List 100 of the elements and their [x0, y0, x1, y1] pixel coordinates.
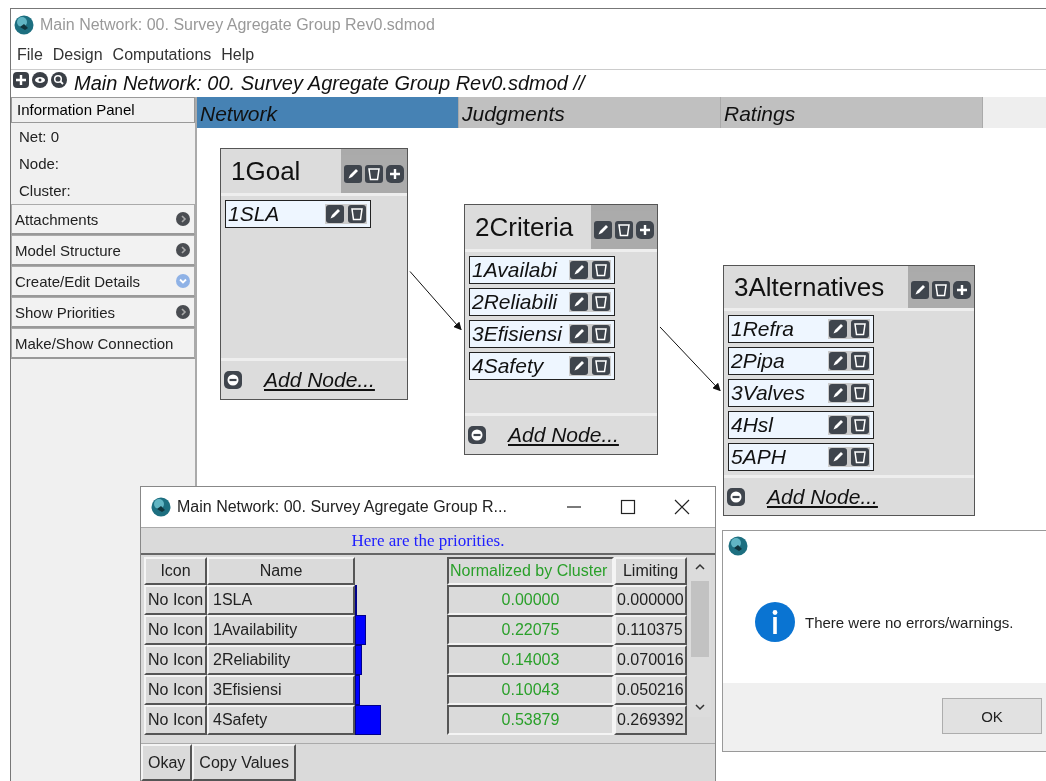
menu-item[interactable]: File	[17, 46, 43, 64]
tab[interactable]: Ratings	[721, 97, 983, 128]
cluster-title: 1Goal	[230, 155, 301, 187]
table-cell: No Icon	[144, 615, 207, 645]
minus-icon[interactable]	[468, 426, 486, 444]
node-item[interactable]: 2Reliabili	[469, 288, 615, 316]
app-logo-icon	[728, 536, 748, 556]
add-node-link[interactable]: Add Node...	[264, 368, 375, 392]
pencil-icon[interactable]	[594, 221, 612, 239]
connection-arrow	[409, 271, 462, 331]
pencil-icon[interactable]	[326, 205, 344, 223]
pencil-icon[interactable]	[829, 352, 847, 371]
menu-item[interactable]: Computations	[112, 46, 212, 64]
cluster-title: 3Alternatives	[733, 271, 885, 303]
pencil-icon[interactable]	[911, 281, 929, 300]
table-cell: 0.269392	[614, 705, 687, 735]
node-item[interactable]: 1Refra	[728, 315, 874, 344]
table-cell: No Icon	[144, 675, 207, 705]
accordion-section[interactable]: Show Priorities	[11, 297, 195, 328]
eye-icon[interactable]	[32, 72, 48, 88]
column-header: Normalized by Cluster	[447, 557, 614, 585]
table-cell: 2Reliability	[207, 645, 355, 675]
node-item[interactable]: 3Valves	[728, 379, 874, 408]
search-icon[interactable]	[51, 72, 67, 88]
add-node-link[interactable]: Add Node...	[767, 484, 878, 509]
tab[interactable]: Network	[197, 97, 459, 128]
info-line: Net: 0	[18, 127, 61, 147]
node-item[interactable]: 2Pipa	[728, 347, 874, 376]
dialog-button[interactable]: Okay	[141, 744, 193, 781]
accordion-section[interactable]: Attachments	[11, 204, 195, 235]
accordion-section[interactable]: Make/Show Connection	[11, 328, 195, 359]
node-item[interactable]: 4Safety	[469, 352, 615, 380]
add-node-link[interactable]: Add Node...	[508, 423, 619, 447]
trash-icon[interactable]	[592, 261, 610, 279]
minus-icon[interactable]	[727, 487, 745, 506]
table-cell: 0.10043	[447, 675, 614, 705]
pencil-icon[interactable]	[829, 320, 847, 339]
trash-icon[interactable]	[592, 293, 610, 311]
trash-icon[interactable]	[851, 416, 869, 435]
trash-icon[interactable]	[592, 325, 610, 343]
table-cell: 1SLA	[207, 585, 355, 615]
table-cell: 3Efisiensi	[207, 675, 355, 705]
pencil-icon[interactable]	[570, 325, 588, 343]
pencil-icon[interactable]	[829, 416, 847, 435]
table-cell: 0.000000	[614, 585, 687, 615]
plus-icon[interactable]	[13, 72, 29, 88]
trash-icon[interactable]	[592, 357, 610, 375]
dialog-button[interactable]: Copy Values	[192, 744, 296, 781]
column-header: Name	[207, 557, 355, 585]
trash-icon[interactable]	[851, 448, 869, 467]
table-cell: No Icon	[144, 585, 207, 615]
pencil-icon[interactable]	[570, 293, 588, 311]
plus-icon[interactable]	[953, 281, 971, 300]
trash-icon[interactable]	[365, 165, 383, 183]
trash-icon[interactable]	[348, 205, 366, 223]
node-item[interactable]: 1Availabi	[469, 256, 615, 284]
message-text: There were no errors/warnings.	[805, 613, 1014, 631]
network-title: Main Network: 00. Survey Agregate Group Rev0.sdmod //	[74, 71, 585, 96]
table-cell: 0.22075	[447, 615, 614, 645]
pencil-icon[interactable]	[570, 357, 588, 375]
pencil-icon[interactable]	[829, 448, 847, 467]
trash-icon[interactable]	[851, 352, 869, 371]
node-item[interactable]: 5APH	[728, 443, 874, 472]
node-item[interactable]: 1SLA	[225, 200, 371, 228]
menu-item[interactable]: Help	[221, 46, 255, 64]
panel-header: Information Panel	[11, 97, 195, 123]
accordion-section[interactable]: Create/Edit Details	[11, 266, 195, 297]
node-item[interactable]: 3Efisiensi	[469, 320, 615, 348]
info-icon	[755, 602, 795, 642]
menu-item[interactable]: Design	[52, 46, 103, 64]
connection-arrow	[659, 326, 721, 392]
plus-icon[interactable]	[636, 221, 654, 239]
ok-button[interactable]: OK	[942, 698, 1042, 734]
node-item[interactable]: 4Hsl	[728, 411, 874, 440]
accordion-section[interactable]: Model Structure	[11, 235, 195, 266]
table-cell: No Icon	[144, 705, 207, 735]
table-cell: 0.00000	[447, 585, 614, 615]
minus-icon[interactable]	[224, 371, 242, 389]
trash-icon[interactable]	[615, 221, 633, 239]
pencil-icon[interactable]	[829, 384, 847, 403]
trash-icon[interactable]	[851, 320, 869, 339]
cluster-title: 2Criteria	[474, 211, 574, 243]
column-header: Icon	[144, 557, 207, 585]
window-title: Main Network: 00. Survey Agregate Group Rev0.sdmod	[40, 16, 435, 34]
table-cell: No Icon	[144, 645, 207, 675]
table-cell: 4Safety	[207, 705, 355, 735]
table-cell: 0.53879	[447, 705, 614, 735]
table-cell: 1Availability	[207, 615, 355, 645]
table-cell: 0.050216	[614, 675, 687, 705]
plus-icon[interactable]	[386, 165, 404, 183]
close-icon[interactable]	[674, 499, 690, 515]
app-logo-icon	[151, 497, 171, 517]
trash-icon[interactable]	[851, 384, 869, 403]
trash-icon[interactable]	[932, 281, 950, 300]
tab[interactable]: Judgments	[459, 97, 721, 128]
table-cell: 0.14003	[447, 645, 614, 675]
maximize-icon[interactable]	[620, 499, 636, 515]
info-line: Node:	[18, 154, 61, 174]
pencil-icon[interactable]	[344, 165, 362, 183]
pencil-icon[interactable]	[570, 261, 588, 279]
